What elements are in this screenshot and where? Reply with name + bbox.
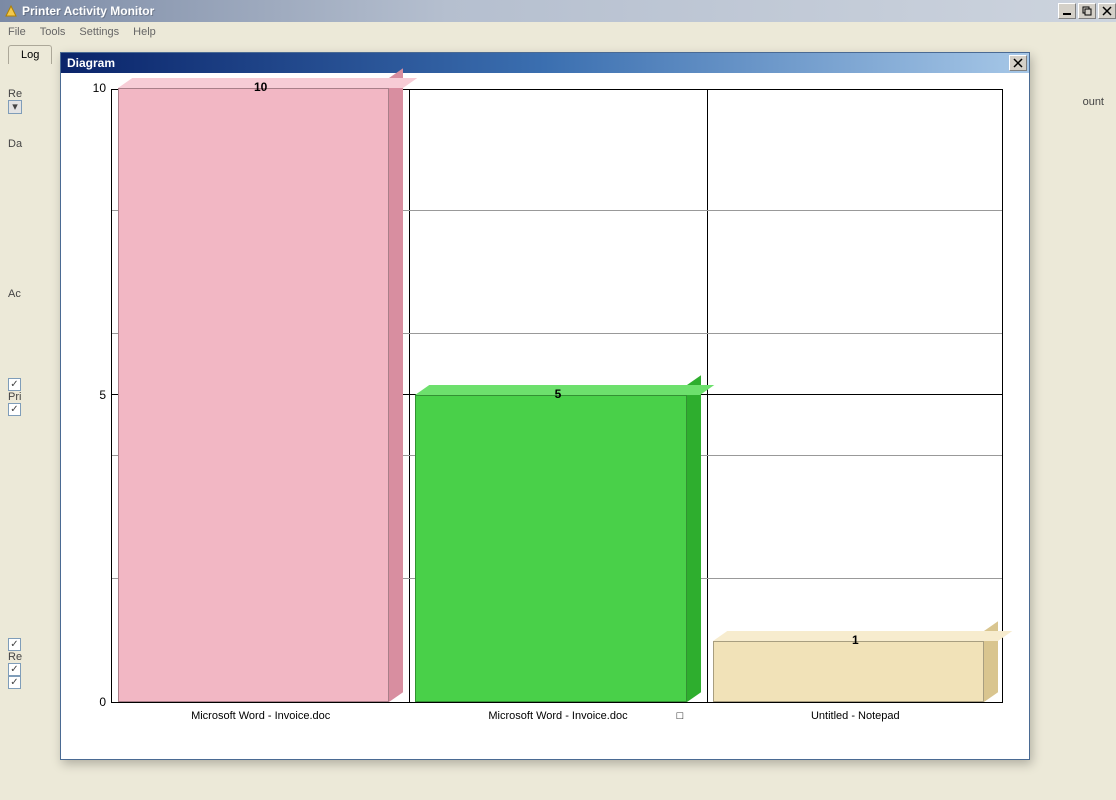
menu-help[interactable]: Help (133, 26, 156, 38)
bg-label-da: Da (8, 138, 22, 150)
tab-log[interactable]: Log (8, 45, 52, 64)
bar-value-label: 1 (713, 633, 998, 647)
diagram-window: Diagram 0 5 10 10 Microsoft Word - Invoice.d… (60, 52, 1030, 760)
checkbox-1[interactable]: ✓ (8, 378, 21, 391)
menu-file[interactable]: File (8, 26, 26, 38)
x-category-label: Untitled - Notepad (707, 702, 1004, 722)
diagram-titlebar: Diagram (61, 53, 1029, 73)
menu-tools[interactable]: Tools (40, 26, 66, 38)
checkbox-5[interactable]: ✓ (8, 676, 21, 689)
close-button[interactable] (1098, 3, 1116, 19)
checkbox-3[interactable]: ✓ (8, 638, 21, 651)
bg-label-re2: Re (8, 651, 22, 663)
maximize-button[interactable] (1078, 3, 1096, 19)
menubar: File Tools Settings Help (0, 22, 1116, 42)
chart-bar: 5 (415, 385, 700, 702)
bg-label-right: ount (1083, 96, 1104, 108)
y-tick-label: 5 (72, 388, 112, 402)
chart-plot: 051010Microsoft Word - Invoice.doc5Micro… (111, 89, 1003, 703)
checkbox-4[interactable]: ✓ (8, 663, 21, 676)
bg-label-pri: Pri (8, 391, 21, 403)
x-category-label: Microsoft Word - Invoice.doc (112, 702, 409, 722)
chart-bar: 1 (713, 631, 998, 702)
y-tick-label: 10 (72, 81, 112, 95)
bar-value-label: 10 (118, 80, 403, 94)
app-icon (4, 4, 18, 18)
x-category-label: Microsoft Word - Invoice.doc (409, 702, 706, 722)
app-title: Printer Activity Monitor (22, 4, 154, 18)
y-tick-label: 0 (72, 695, 112, 709)
minimize-button[interactable] (1058, 3, 1076, 19)
right-strip (1090, 68, 1108, 798)
diagram-close-button[interactable] (1009, 55, 1027, 71)
x-category-extra: □ (677, 702, 684, 722)
bg-label-re: Re (8, 88, 22, 100)
dropdown-toggle[interactable]: ▾ (8, 100, 22, 114)
diagram-title: Diagram (67, 56, 115, 70)
bar-value-label: 5 (415, 387, 700, 401)
bg-label-ac: Ac (8, 288, 21, 300)
chart-bar: 10 (118, 78, 403, 702)
menu-settings[interactable]: Settings (79, 26, 119, 38)
chart-area: 0 5 10 10 Microsoft Word - Invoice.doc 5 Micro… (61, 73, 1029, 759)
app-titlebar: Printer Activity Monitor (0, 0, 1116, 22)
checkbox-2[interactable]: ✓ (8, 403, 21, 416)
